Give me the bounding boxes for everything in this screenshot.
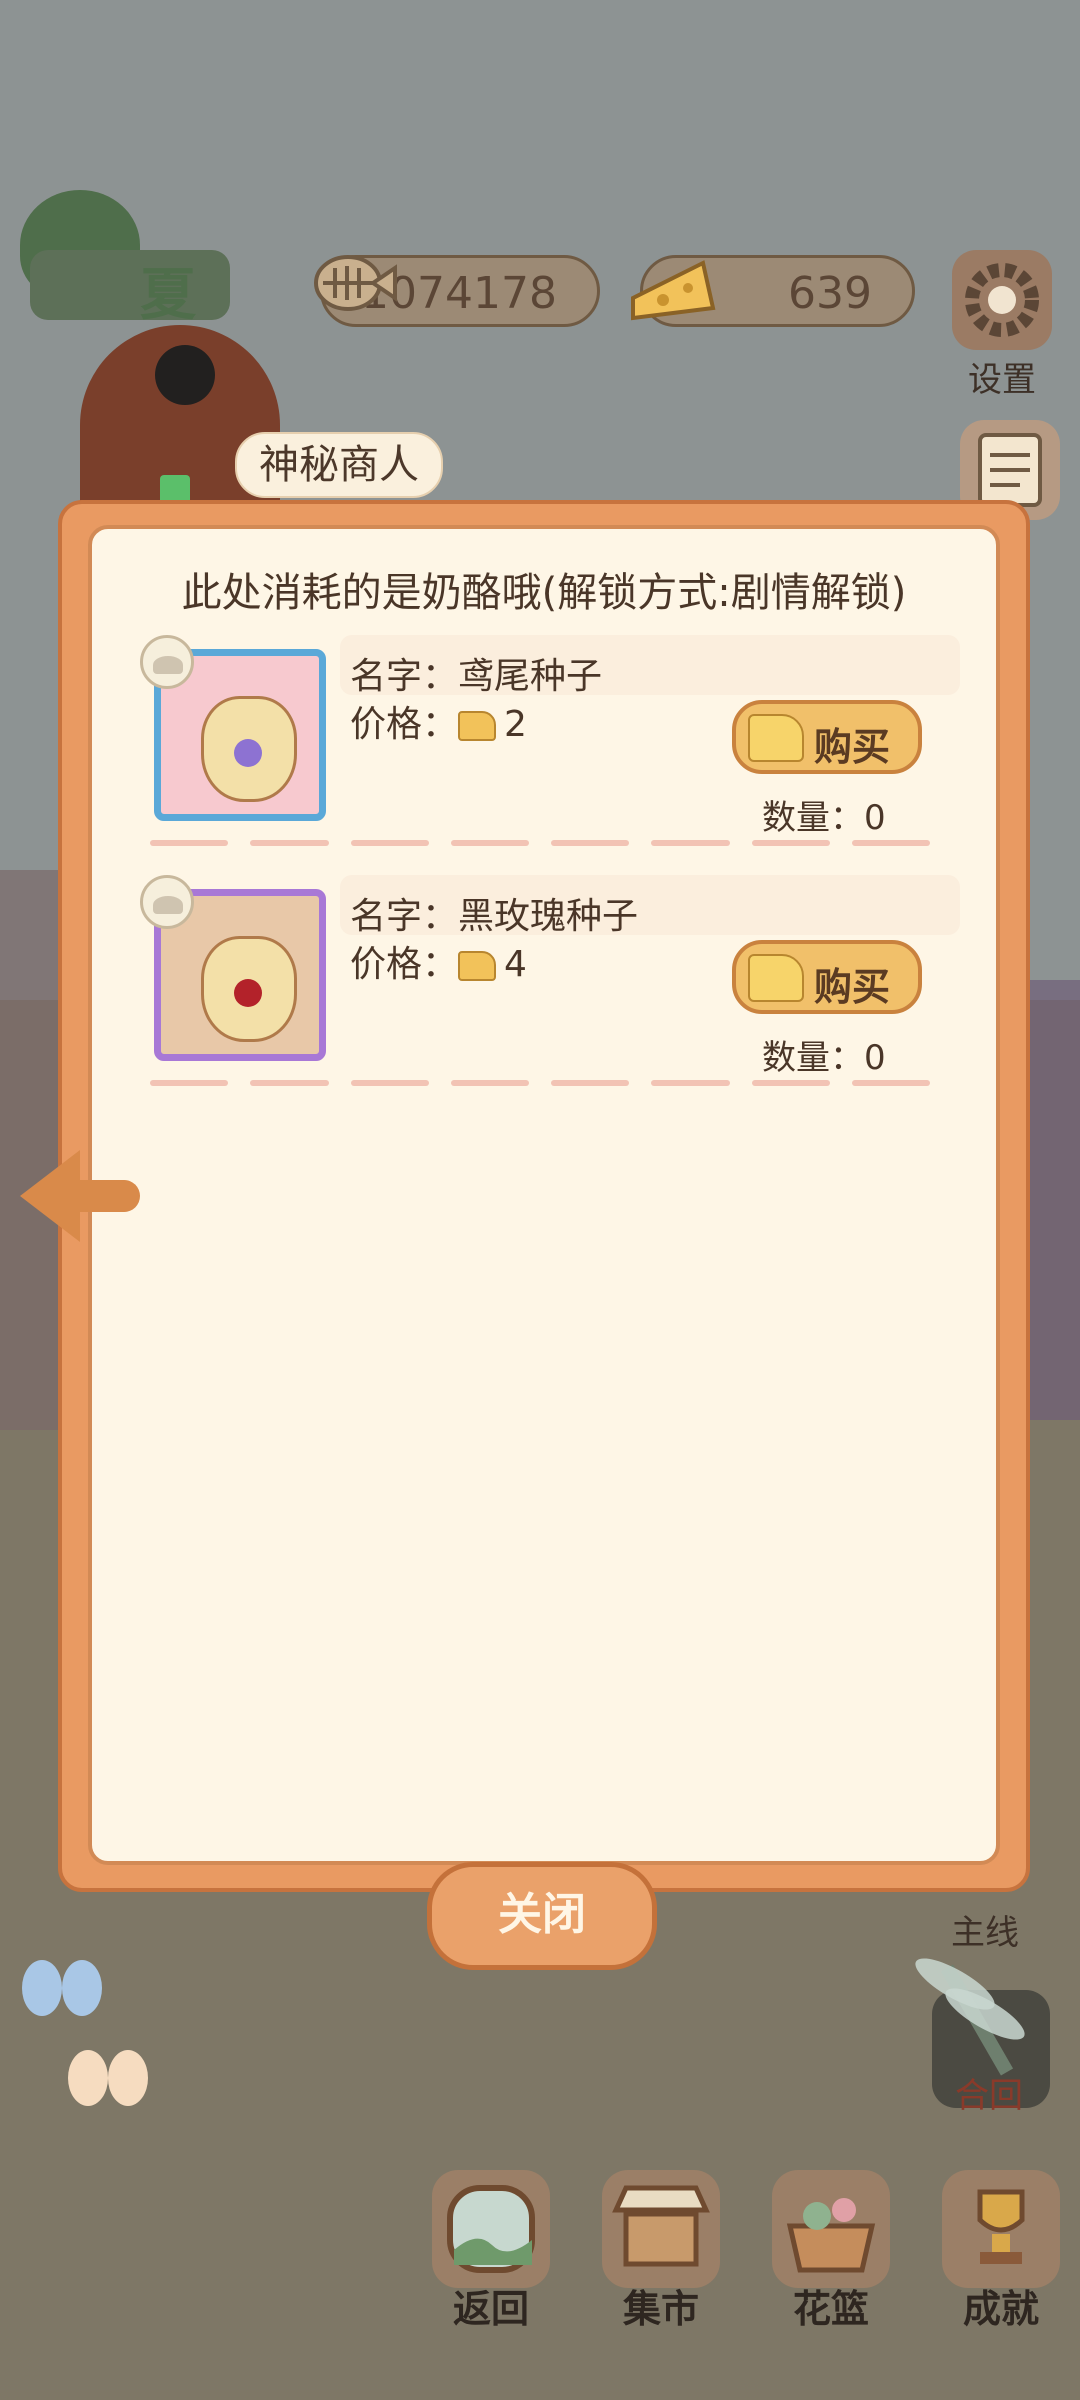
buy-button[interactable]: 购买 xyxy=(732,940,922,1014)
item-price-label: 价格： xyxy=(350,704,459,745)
settings-label: 设置 xyxy=(968,360,1036,400)
item-name-label: 名字： xyxy=(350,896,459,937)
window-icon xyxy=(447,2185,535,2273)
settings-button[interactable] xyxy=(952,250,1052,350)
soil-badge-icon xyxy=(140,635,194,689)
quantity-value: 0 xyxy=(864,1038,886,1078)
cheese-icon xyxy=(748,714,804,762)
flower-basket-icon xyxy=(786,2198,876,2273)
divider xyxy=(150,1080,930,1086)
fish-bone-icon xyxy=(314,255,397,311)
item-name-label: 名字： xyxy=(350,656,459,697)
butterfly-icon xyxy=(68,2050,158,2130)
trophy-icon xyxy=(977,2189,1025,2264)
flower-basket-label: 花篮 xyxy=(792,2287,869,2331)
dragonfly-icon xyxy=(909,1949,1050,2090)
cheese-counter: 639 xyxy=(631,255,915,327)
cheese-count: 639 xyxy=(788,268,872,319)
seed-bag-icon xyxy=(201,696,297,802)
season-board xyxy=(30,250,230,320)
item-price: 2 xyxy=(504,704,527,745)
item-name: 鸢尾种子 xyxy=(458,656,603,697)
quantity-label: 数量： xyxy=(762,1038,864,1078)
close-button[interactable]: 关闭 xyxy=(427,1862,657,1970)
quantity-label: 数量： xyxy=(762,798,864,838)
merchant-name-tag: 神秘商人 xyxy=(235,432,443,498)
seed-bag-icon xyxy=(201,936,297,1042)
gear-icon xyxy=(965,263,1039,337)
item-name-line: 名字：黑玫瑰种子 xyxy=(350,887,638,939)
back-label: 返回 xyxy=(452,2287,529,2331)
quantity-value: 0 xyxy=(864,798,886,838)
item-price: 4 xyxy=(504,944,527,985)
cheese-icon xyxy=(458,951,497,981)
achievement-button[interactable] xyxy=(942,2170,1060,2288)
shop-title: 此处消耗的是奶酪哦(解锁方式:剧情解锁) xyxy=(181,570,907,616)
item-quantity: 数量：0 xyxy=(762,790,886,839)
fish-bone-counter: 1074178 xyxy=(314,255,600,327)
merchant-avatar xyxy=(60,325,280,525)
item-price-label: 价格： xyxy=(350,944,459,985)
divider xyxy=(150,840,930,846)
buy-button[interactable]: 购买 xyxy=(732,700,922,774)
back-button[interactable] xyxy=(432,2170,550,2288)
item-name: 黑玫瑰种子 xyxy=(458,896,639,937)
buy-button-label: 购买 xyxy=(814,725,891,769)
cheese-icon xyxy=(458,711,497,741)
achievement-label: 成就 xyxy=(962,2287,1039,2331)
item-price-line: 价格： 2 xyxy=(350,695,527,747)
main-quest-label: 主线 xyxy=(951,1913,1019,1953)
soil-badge-icon xyxy=(140,875,194,929)
market-stall-icon xyxy=(612,2185,710,2267)
shop-item: 名字：鸢尾种子 价格： 2 购买 数量：0 xyxy=(140,635,970,846)
item-quantity: 数量：0 xyxy=(762,1030,886,1079)
season-sign: 夏 xyxy=(10,190,240,330)
market-label: 集市 xyxy=(622,2287,699,2331)
item-name-line: 名字：鸢尾种子 xyxy=(350,647,602,699)
buy-button-label: 购买 xyxy=(814,965,891,1009)
butterfly-icon xyxy=(22,1960,112,2040)
flower-basket-button[interactable] xyxy=(772,2170,890,2288)
season-label: 夏 xyxy=(140,263,196,328)
back-arrow-icon[interactable] xyxy=(20,1140,140,1250)
cheese-icon xyxy=(748,954,804,1002)
item-price-line: 价格： 4 xyxy=(350,935,527,987)
cheese-icon xyxy=(631,260,716,321)
shop-item: 名字：黑玫瑰种子 价格： 4 购买 数量：0 xyxy=(140,875,970,1086)
market-button[interactable] xyxy=(602,2170,720,2288)
